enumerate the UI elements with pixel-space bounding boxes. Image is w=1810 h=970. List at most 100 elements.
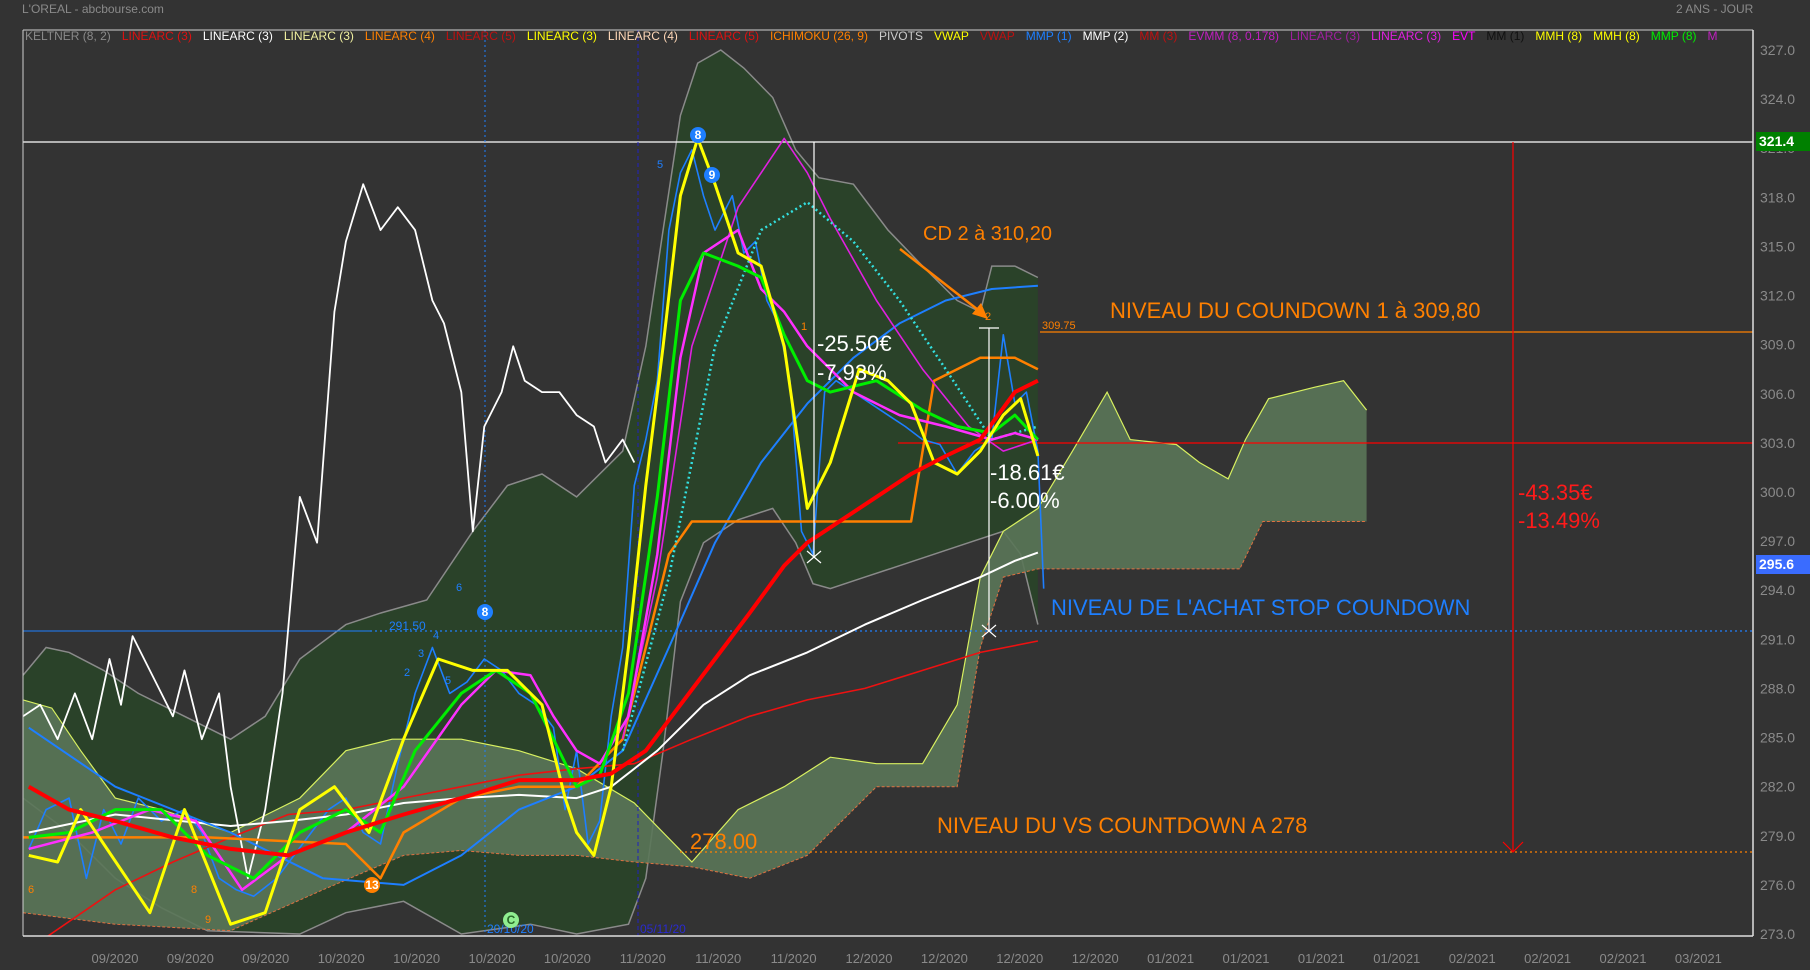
stop-annotation: NIVEAU DE L'ACHAT STOP COUNDOWN xyxy=(1051,595,1471,620)
legend-item[interactable]: EVMM (8, 0.178) xyxy=(1188,29,1279,43)
x-tick-label: 11/2020 xyxy=(771,951,817,966)
countdown1-annotation: NIVEAU DU COUNDOWN 1 à 309,80 xyxy=(1110,298,1481,323)
x-tick-label: 12/2020 xyxy=(921,951,968,966)
legend-item[interactable]: LINEARC (4) xyxy=(608,29,678,43)
count-marker-8: 8 xyxy=(690,127,706,143)
x-tick-label: 10/2020 xyxy=(544,951,591,966)
legend-item[interactable]: MMP (8) xyxy=(1651,29,1697,43)
x-tick-label: 11/2020 xyxy=(620,951,666,966)
count-digit: 8 xyxy=(191,884,198,896)
count-digit: 6 xyxy=(28,884,35,896)
count-marker-9: 9 xyxy=(704,167,720,183)
y-tick-label: 300.0 xyxy=(1760,484,1795,500)
y-tick-label: 273.0 xyxy=(1760,926,1795,942)
legend-item[interactable]: LINEARC (3) xyxy=(1290,29,1360,43)
date-axis: 09/2020 09/2020 09/2020 10/2020 10/2020 10/20… xyxy=(92,951,1722,966)
y-tick-label: 315.0 xyxy=(1760,238,1795,254)
x-tick-label: 03/2021 xyxy=(1675,951,1722,966)
x-tick-label: 12/2020 xyxy=(996,951,1043,966)
x-tick-label: 02/2021 xyxy=(1600,951,1647,966)
legend-item[interactable]: LINEARC (3) xyxy=(1371,29,1441,43)
measure-1-amount: -25.50€ xyxy=(817,331,892,356)
y-tick-label: 303.0 xyxy=(1760,435,1795,451)
y-tick-label: 318.0 xyxy=(1760,189,1795,205)
x-tick-label: 09/2020 xyxy=(92,951,139,966)
legend-item[interactable]: VWAP xyxy=(934,29,969,43)
count-digit: 3 xyxy=(418,648,425,660)
stop-value: 291.50 xyxy=(389,619,426,633)
measure-3-percent: -13.49% xyxy=(1518,508,1600,533)
legend-item[interactable]: MMH (8) xyxy=(1535,29,1582,43)
legend-item[interactable]: PIVOTS xyxy=(879,29,923,43)
x-tick-label: 10/2020 xyxy=(318,951,365,966)
cd2-annotation: CD 2 à 310,20 xyxy=(923,223,1052,245)
count-marker-13: 13 xyxy=(364,877,380,893)
count-marker-c: C xyxy=(503,912,519,928)
y-tick-label: 327.0 xyxy=(1760,42,1795,58)
y-tick-label: 306.0 xyxy=(1760,386,1795,402)
legend-item[interactable]: MM (1) xyxy=(1486,29,1524,43)
vs-annotation: NIVEAU DU VS COUNTDOWN A 278 xyxy=(937,813,1308,838)
y-tick-label: 288.0 xyxy=(1760,680,1795,696)
legend-item[interactable]: LINEARC (3) xyxy=(203,29,273,43)
x-tick-label: 02/2021 xyxy=(1524,951,1571,966)
legend-item[interactable]: LINEARC (5) xyxy=(689,29,759,43)
x-tick-label: 10/2020 xyxy=(393,951,440,966)
vs-value: 278.00 xyxy=(690,829,758,854)
y-tick-label: 291.0 xyxy=(1760,631,1795,647)
y-tick-label: 324.0 xyxy=(1760,91,1795,107)
x-tick-label: 11/2020 xyxy=(695,951,741,966)
y-tick-label: 312.0 xyxy=(1760,288,1795,304)
indicator-legend: KELTNER (8, 2) LINEARC (3) LINEARC (3) LINE… xyxy=(25,29,1718,43)
price-axis: 327.0324.0321.0318.0315.0312.0309.0306.0… xyxy=(1760,42,1795,942)
count-digit: 1 xyxy=(801,321,808,333)
y-tick-label: 285.0 xyxy=(1760,730,1795,746)
legend-item[interactable]: LINEARC (3) xyxy=(122,29,192,43)
count-marker-8: 8 xyxy=(477,604,493,620)
y-tick-label: 276.0 xyxy=(1760,877,1795,893)
legend-item[interactable]: M xyxy=(1708,29,1718,43)
y-tick-label: 282.0 xyxy=(1760,779,1795,795)
count-digit: 2 xyxy=(404,667,411,679)
legend-item[interactable]: LINEARC (3) xyxy=(527,29,597,43)
legend-item[interactable]: ICHIMOKU (26, 9) xyxy=(770,29,868,43)
legend-item[interactable]: LINEARC (4) xyxy=(365,29,435,43)
x-tick-label: 09/2020 xyxy=(167,951,214,966)
count-digit: 4 xyxy=(433,630,440,642)
legend-item[interactable]: MM (3) xyxy=(1139,29,1177,43)
measure-1-percent: -7.93% xyxy=(817,360,887,385)
legend-item[interactable]: MMP (1) xyxy=(1026,29,1072,43)
x-tick-label: 02/2021 xyxy=(1449,951,1496,966)
x-tick-label: 12/2020 xyxy=(846,951,893,966)
legend-item[interactable]: EVT xyxy=(1452,29,1475,43)
measure-2-percent: -6.00% xyxy=(990,488,1060,513)
x-tick-label: 09/2020 xyxy=(242,951,289,966)
legend-item[interactable]: LINEARC (3) xyxy=(284,29,354,43)
count-digit: 5 xyxy=(657,159,664,171)
date-marker-label-2: 05/11/20 xyxy=(640,922,686,936)
price-badge: 321.4 xyxy=(1756,132,1810,152)
count-digit: 9 xyxy=(205,914,212,926)
count-digit: 2 xyxy=(985,311,992,323)
legend-item[interactable]: MMP (2) xyxy=(1083,29,1129,43)
countdown1-value: 309.75 xyxy=(1042,320,1076,332)
x-tick-label: 12/2020 xyxy=(1072,951,1119,966)
legend-item[interactable]: VWAP xyxy=(980,29,1015,43)
x-tick-label: 10/2020 xyxy=(469,951,516,966)
legend-item[interactable]: MMH (8) xyxy=(1593,29,1640,43)
count-digit: 6 xyxy=(456,582,463,594)
x-tick-label: 01/2021 xyxy=(1223,951,1270,966)
x-tick-label: 01/2021 xyxy=(1298,951,1345,966)
y-tick-label: 279.0 xyxy=(1760,828,1795,844)
count-digit: 5 xyxy=(445,675,452,687)
y-tick-label: 297.0 xyxy=(1760,533,1795,549)
price-badge: 295.6 xyxy=(1756,554,1810,574)
legend-item[interactable]: KELTNER (8, 2) xyxy=(25,29,111,43)
measure-2-amount: -18.61€ xyxy=(990,460,1065,485)
measure-3-amount: -43.35€ xyxy=(1518,480,1593,505)
x-tick-label: 01/2021 xyxy=(1373,951,1420,966)
y-tick-label: 294.0 xyxy=(1760,582,1795,598)
y-tick-label: 309.0 xyxy=(1760,337,1795,353)
x-tick-label: 01/2021 xyxy=(1147,951,1194,966)
legend-item[interactable]: LINEARC (5) xyxy=(446,29,516,43)
